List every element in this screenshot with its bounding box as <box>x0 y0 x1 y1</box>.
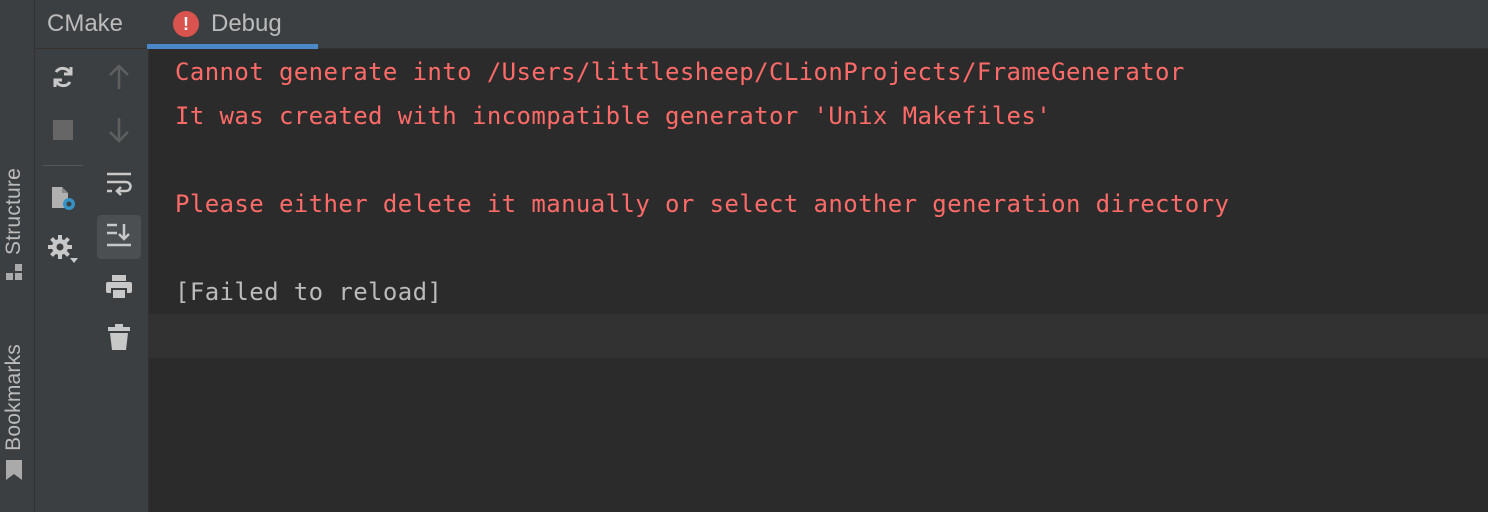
console-line: Cannot generate into /Users/littlesheep/… <box>175 58 1185 86</box>
toolbar-right <box>91 49 149 512</box>
arrow-down-icon <box>107 117 131 148</box>
console-line: It was created with incompatible generat… <box>175 102 1052 130</box>
scroll-to-end-icon <box>105 222 133 253</box>
stop-button[interactable] <box>41 110 85 154</box>
reload-button[interactable] <box>41 57 85 101</box>
console-output[interactable]: Cannot generate into /Users/littlesheep/… <box>149 49 1488 512</box>
arrow-up-icon <box>107 63 131 95</box>
tab-cmake-label: CMake <box>47 10 124 37</box>
error-badge-icon: ! <box>173 11 199 37</box>
print-button[interactable] <box>97 267 141 311</box>
tab-cmake[interactable]: CMake <box>47 0 123 48</box>
trash-icon <box>107 323 131 356</box>
toolbar-separator <box>43 165 83 166</box>
stop-icon <box>52 119 74 146</box>
scroll-to-end-button[interactable] <box>97 215 141 259</box>
soft-wrap-icon <box>105 171 133 202</box>
side-tool-strip: Structure Bookmarks <box>0 0 35 512</box>
up-button[interactable] <box>97 57 141 101</box>
bookmark-icon <box>5 459 23 486</box>
settings-dropdown-button[interactable] <box>41 229 85 273</box>
tab-debug[interactable]: ! Debug <box>147 0 318 49</box>
structure-tool-tab[interactable]: Structure <box>0 168 28 286</box>
structure-icon <box>5 263 23 286</box>
tab-debug-label: Debug <box>211 10 282 37</box>
reload-icon <box>50 64 76 95</box>
caret-row-highlight <box>149 314 1488 358</box>
clear-all-button[interactable] <box>97 317 141 361</box>
console-line: [Failed to reload] <box>175 278 443 306</box>
bookmarks-tool-tab[interactable]: Bookmarks <box>0 344 28 486</box>
cmake-settings-button[interactable] <box>41 177 85 221</box>
soft-wrap-button[interactable] <box>97 164 141 208</box>
gear-icon <box>47 234 79 269</box>
down-button[interactable] <box>97 110 141 154</box>
cmake-settings-icon <box>48 182 78 217</box>
structure-tab-label: Structure <box>2 168 25 255</box>
bookmarks-tab-label: Bookmarks <box>2 344 25 451</box>
toolbar-left <box>35 49 91 512</box>
console-line: Please either delete it manually or sele… <box>175 190 1230 218</box>
print-icon <box>105 274 133 305</box>
tool-window-tabbar: CMake ! Debug <box>35 0 1488 49</box>
